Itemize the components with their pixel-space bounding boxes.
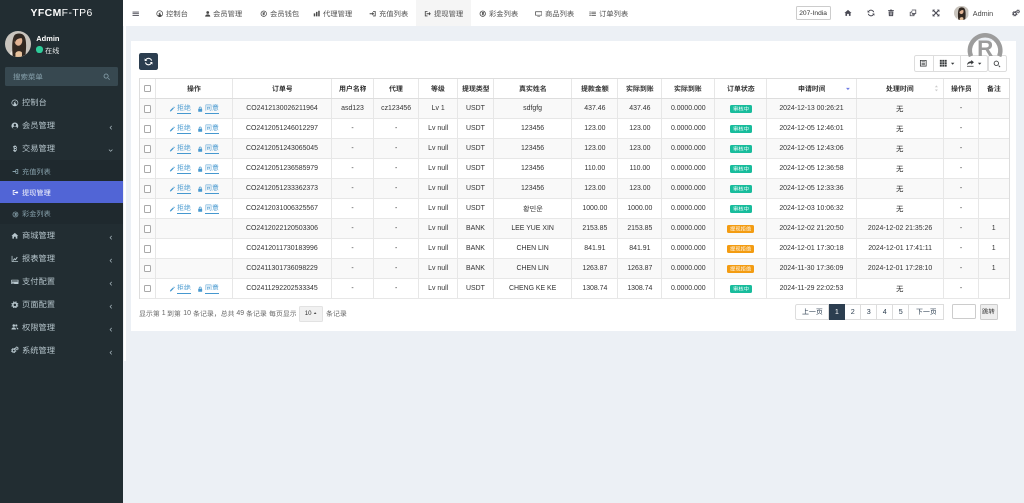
svg-text:R: R [978, 36, 994, 59]
